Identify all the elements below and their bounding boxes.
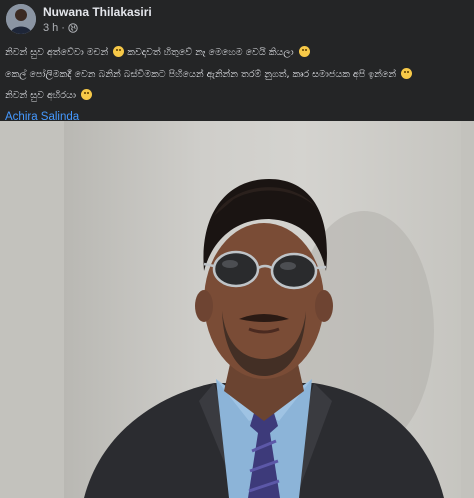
pensive-face-icon	[401, 67, 413, 79]
caption-line-1-text: නිවන් සුව අත්වේවා මචන්	[5, 47, 109, 58]
author-avatar[interactable]	[6, 4, 36, 34]
post-meta: 3 h ·	[43, 22, 78, 34]
photo-side-right	[461, 121, 474, 498]
caption-line-1: නිවන් සුව අත්වේවා මචන් කවදාවත් හිතුවේ නෑ…	[5, 42, 471, 64]
author-name[interactable]: Nuwana Thilakasiri	[43, 5, 152, 19]
crying-face-icon	[81, 89, 93, 100]
caption-line-1-suffix: කවදාවත් හිතුවේ නෑ මෙහෙම වෙයි කියලා	[127, 47, 294, 58]
post-caption: නිවන් සුව අත්වේවා මචන් කවදාවත් හිතුවේ නෑ…	[5, 42, 471, 128]
sad-face-icon	[298, 46, 310, 57]
caption-line-3: නිවන් සුව අහිරයා	[5, 85, 471, 107]
portrait-illustration	[84, 179, 444, 498]
facebook-post: Nuwana Thilakasiri 3 h · නිවන් සුව අත්වේ…	[0, 0, 474, 498]
meta-separator: ·	[61, 22, 65, 34]
crying-face-icon	[113, 46, 125, 57]
post-photo-container[interactable]	[0, 121, 474, 498]
post-time[interactable]: 3 h	[43, 22, 58, 34]
photo-side-left	[0, 121, 64, 498]
globe-icon[interactable]	[68, 23, 78, 33]
caption-line-2-text: කෙල් පෝලිමකදී වෙන බනින් බස්වීමකට පිහියෙන…	[5, 68, 397, 80]
post-photo[interactable]	[64, 121, 461, 498]
caption-line-2: කෙල් පෝලිමකදී වෙන බනින් බස්වීමකට පිහියෙන…	[5, 64, 471, 86]
post-header: Nuwana Thilakasiri 3 h ·	[0, 0, 474, 40]
caption-line-3-text: නිවන් සුව අහිරයා	[5, 90, 76, 101]
